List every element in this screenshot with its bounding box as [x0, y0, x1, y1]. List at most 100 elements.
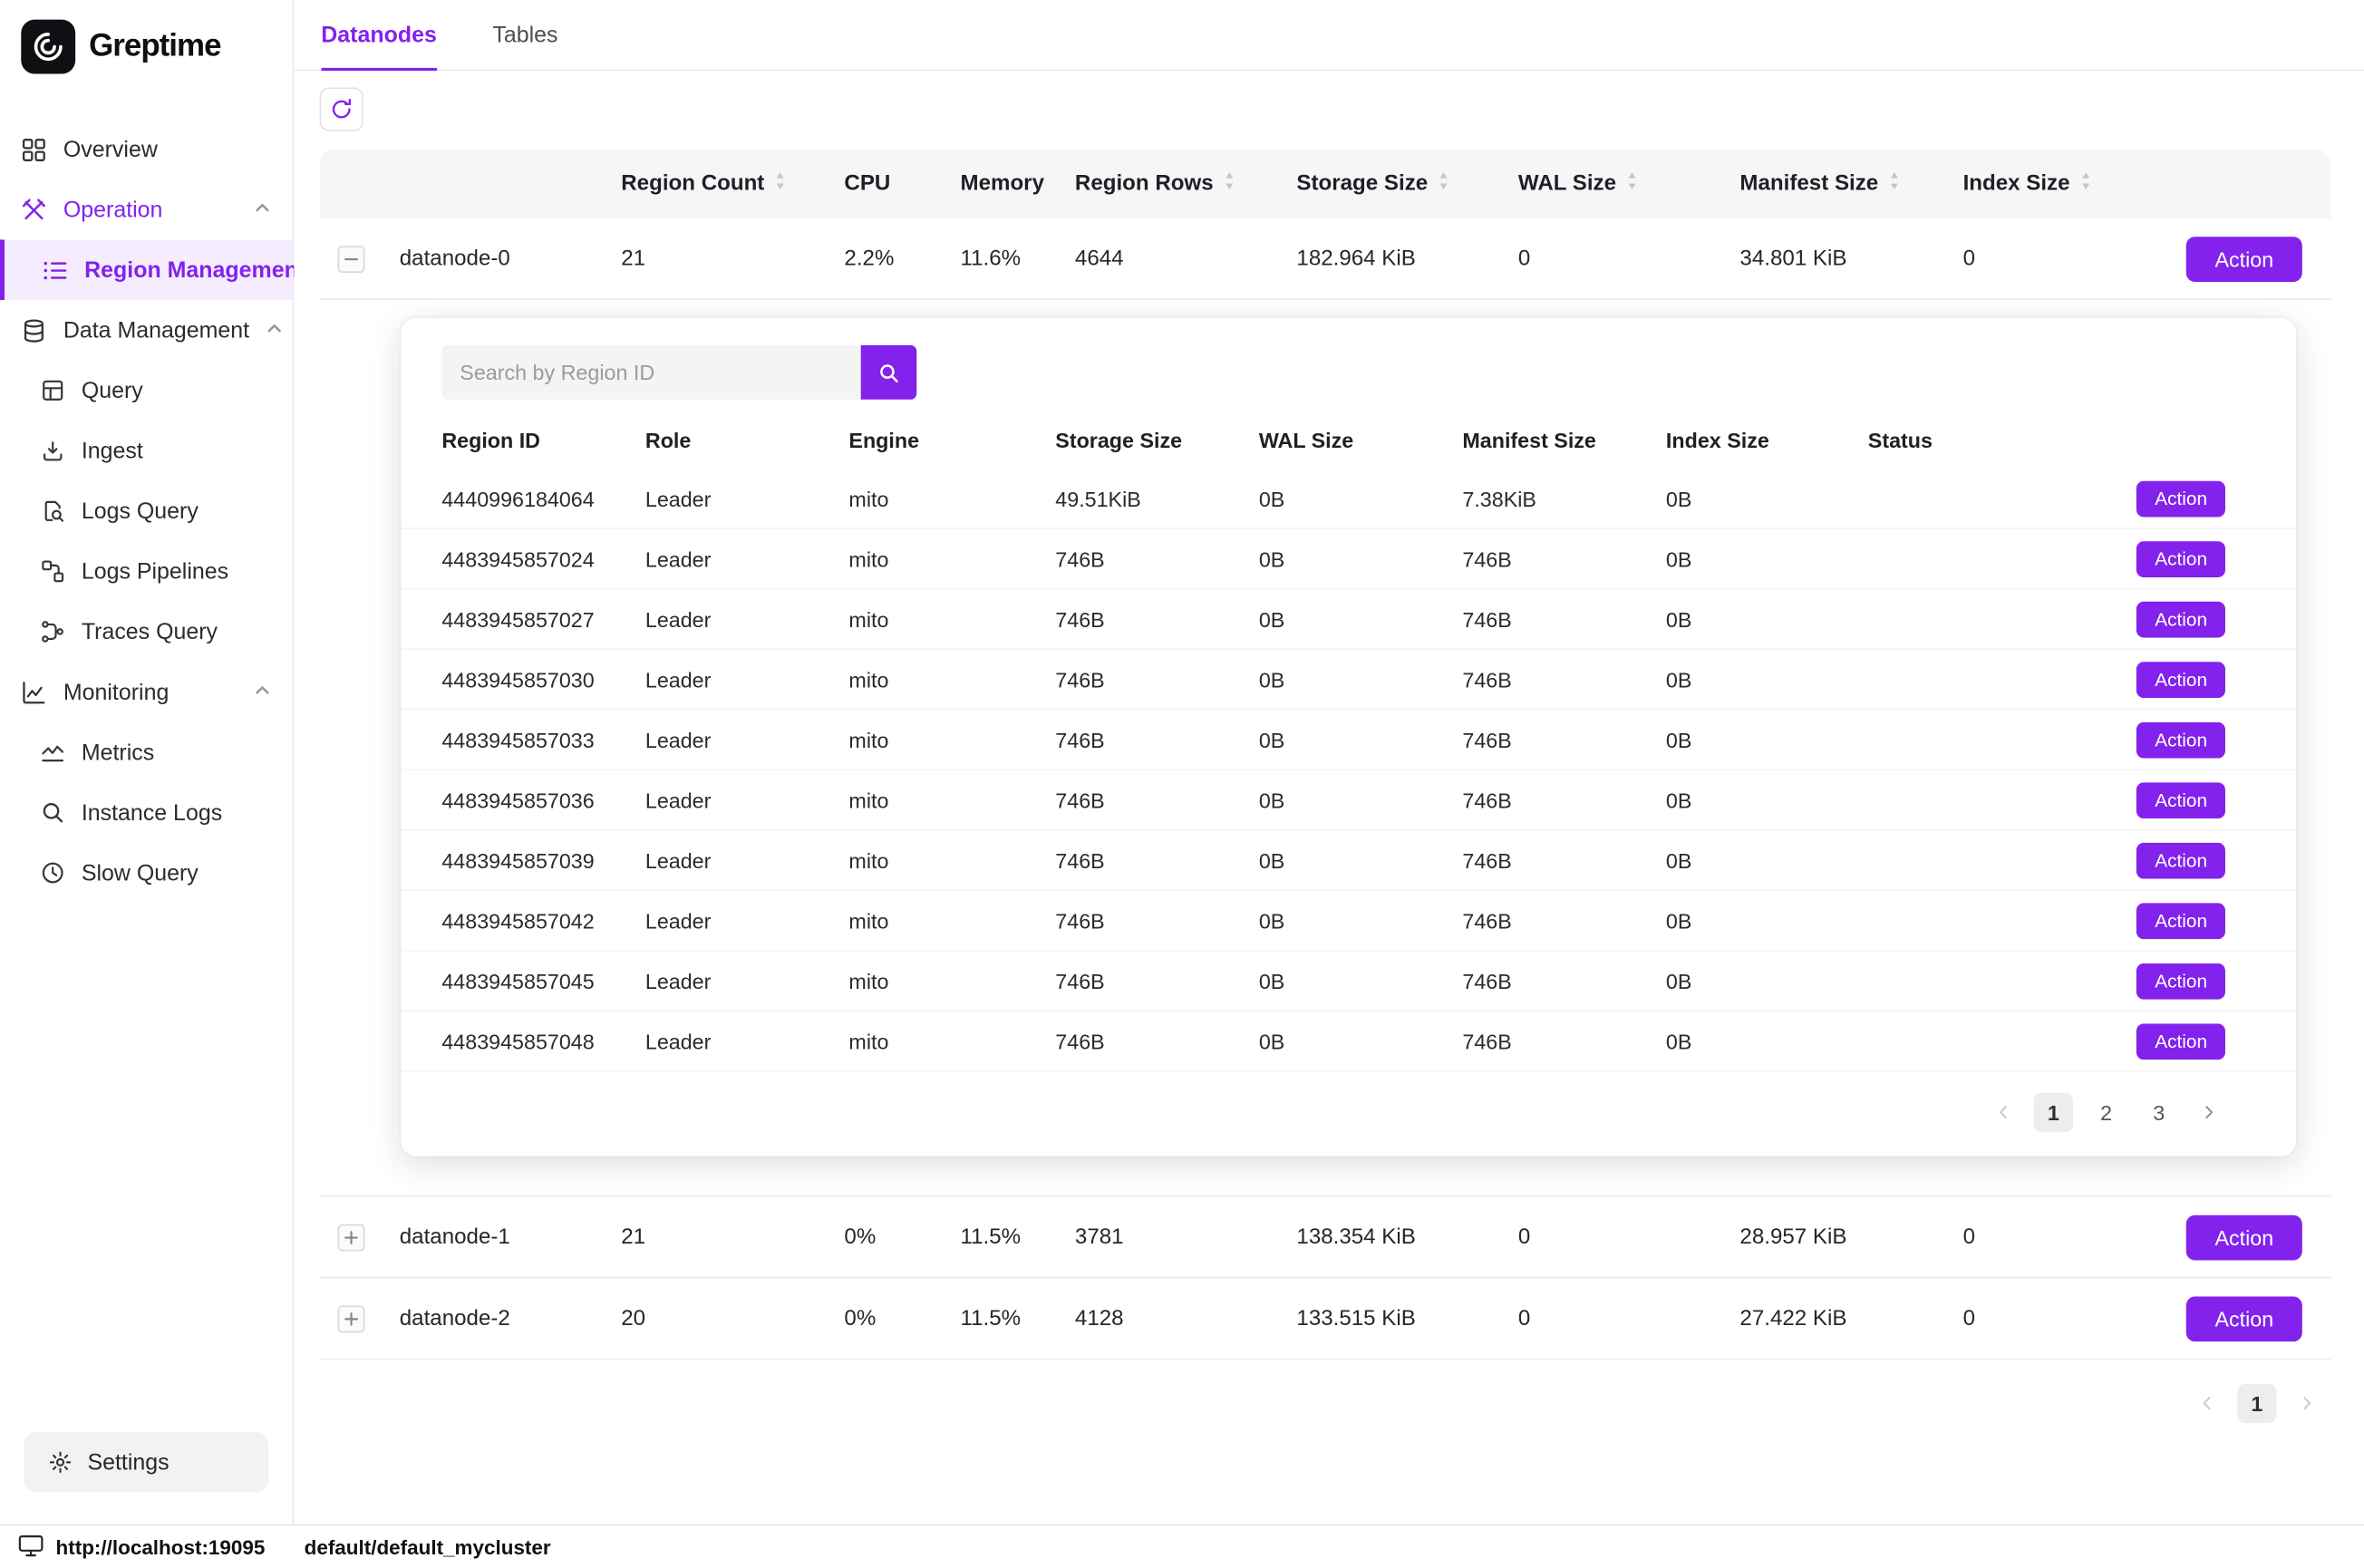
sort-icon[interactable] — [1437, 170, 1450, 198]
gear-icon — [47, 1449, 73, 1475]
sort-icon[interactable] — [773, 170, 787, 198]
server-url[interactable]: http://localhost:19095 — [56, 1535, 266, 1558]
tab-datanodes[interactable]: Datanodes — [321, 0, 437, 70]
wal-size: 0B — [1259, 969, 1463, 993]
col-label: Storage Size — [1296, 172, 1428, 197]
pagination-page-1[interactable]: 1 — [2034, 1093, 2073, 1132]
region-list-icon — [43, 257, 68, 283]
expand-row-button[interactable] — [337, 1224, 364, 1251]
region-id: 4440996184064 — [441, 486, 645, 510]
chevron-up-icon — [266, 317, 284, 343]
sidebar-item-region-management[interactable]: Region Management — [0, 239, 293, 300]
datanode-action-button[interactable]: Action — [2186, 1215, 2302, 1260]
region-id: 4483945857039 — [441, 848, 645, 873]
region-search-input[interactable] — [441, 345, 860, 400]
datanode-action-button[interactable]: Action — [2186, 1296, 2302, 1341]
storage-size: 746B — [1055, 1029, 1259, 1053]
sidebar-item-traces-query[interactable]: Traces Query — [0, 602, 293, 663]
role: Leader — [645, 486, 849, 510]
manifest-size: 746B — [1462, 667, 1666, 692]
sidebar-item-logs-query[interactable]: Logs Query — [0, 481, 293, 542]
sidebar-section-operation[interactable]: Operation — [0, 179, 293, 240]
col-role: Role — [645, 428, 849, 452]
col-region-rows[interactable]: Region Rows — [1057, 170, 1279, 198]
sidebar-item-ingest[interactable]: Ingest — [0, 421, 293, 481]
wal-size: 0 — [1500, 1224, 1722, 1249]
col-storage-size[interactable]: Storage Size — [1278, 170, 1500, 198]
index-size: 0B — [1666, 606, 1868, 631]
pagination-prev-icon[interactable] — [1987, 1093, 2020, 1132]
sidebar-item-instance-logs[interactable]: Instance Logs — [0, 782, 293, 843]
wal-size: 0B — [1259, 1029, 1463, 1053]
storage-size: 133.515 KiB — [1278, 1306, 1500, 1331]
tab-tables[interactable]: Tables — [492, 0, 557, 70]
region-id: 4483945857045 — [441, 969, 645, 993]
memory: 11.5% — [943, 1306, 1057, 1331]
plus-icon — [343, 1229, 358, 1244]
region-row: 4483945857024 Leader mito 746B 0B 746B 0… — [401, 529, 2296, 590]
region-rows: 4128 — [1057, 1306, 1279, 1331]
sort-icon[interactable] — [1887, 170, 1901, 198]
pagination-prev-icon[interactable] — [2191, 1384, 2224, 1423]
storage-size: 746B — [1055, 547, 1259, 571]
role: Leader — [645, 788, 849, 812]
manifest-size: 746B — [1462, 848, 1666, 873]
region-action-button[interactable]: Action — [2136, 902, 2225, 938]
region-id: 4483945857027 — [441, 606, 645, 631]
sort-icon[interactable] — [2079, 170, 2093, 198]
wal-size: 0B — [1259, 908, 1463, 933]
datanode-action-button[interactable]: Action — [2186, 236, 2302, 281]
sidebar-item-label: Ingest — [82, 438, 143, 463]
manifest-size: 746B — [1462, 606, 1666, 631]
sidebar-section-data-management[interactable]: Data Management — [0, 300, 293, 361]
col-index-size[interactable]: Index Size — [1945, 170, 2111, 198]
sort-icon[interactable] — [1625, 170, 1639, 198]
sort-icon[interactable] — [1223, 170, 1236, 198]
sidebar-item-slow-query[interactable]: Slow Query — [0, 843, 293, 904]
sidebar-section-label: Monitoring — [63, 679, 170, 704]
region-search — [441, 345, 2296, 400]
sidebar-item-logs-pipelines[interactable]: Logs Pipelines — [0, 541, 293, 602]
region-action-button[interactable]: Action — [2136, 963, 2225, 999]
sidebar-section-monitoring[interactable]: Monitoring — [0, 662, 293, 722]
col-manifest-size[interactable]: Manifest Size — [1721, 170, 1944, 198]
expand-row-button[interactable] — [337, 1305, 364, 1332]
pagination-page-2[interactable]: 2 — [2087, 1093, 2126, 1132]
pagination-page-1[interactable]: 1 — [2237, 1384, 2276, 1423]
sidebar-item-overview[interactable]: Overview — [0, 119, 293, 179]
region-action-button[interactable]: Action — [2136, 842, 2225, 878]
region-row: 4483945857030 Leader mito 746B 0B 746B 0… — [401, 650, 2296, 711]
region-action-button[interactable]: Action — [2136, 480, 2225, 517]
collapse-row-button[interactable] — [337, 245, 364, 272]
search-button[interactable] — [861, 345, 917, 400]
region-action-button[interactable]: Action — [2136, 601, 2225, 637]
sidebar: Greptime Overview Operation Region Manag… — [0, 0, 294, 1524]
cluster-name[interactable]: default/default_mycluster — [305, 1535, 551, 1558]
region-action-button[interactable]: Action — [2136, 540, 2225, 576]
datanode-name: datanode-1 — [382, 1224, 604, 1249]
settings-button[interactable]: Settings — [24, 1432, 268, 1493]
pagination-page-3[interactable]: 3 — [2139, 1093, 2178, 1132]
region-action-button[interactable]: Action — [2136, 661, 2225, 697]
refresh-button[interactable] — [320, 87, 363, 131]
region-action-button[interactable]: Action — [2136, 1023, 2225, 1060]
sidebar-item-metrics[interactable]: Metrics — [0, 722, 293, 783]
cpu: 2.2% — [826, 247, 942, 271]
sidebar-section-label: Operation — [63, 197, 163, 222]
import-icon — [39, 438, 64, 463]
wal-size: 0B — [1259, 667, 1463, 692]
wal-size: 0B — [1259, 486, 1463, 510]
region-action-button[interactable]: Action — [2136, 781, 2225, 818]
role: Leader — [645, 667, 849, 692]
region-action-button[interactable]: Action — [2136, 721, 2225, 758]
wal-size: 0 — [1500, 247, 1722, 271]
pagination-next-icon[interactable] — [2291, 1384, 2324, 1423]
engine: mito — [848, 969, 1055, 993]
col-wal-size[interactable]: WAL Size — [1500, 170, 1722, 198]
storage-size: 182.964 KiB — [1278, 247, 1500, 271]
pagination-next-icon[interactable] — [2192, 1093, 2225, 1132]
table-icon — [39, 378, 64, 403]
sidebar-item-query[interactable]: Query — [0, 361, 293, 421]
wal-size: 0B — [1259, 788, 1463, 812]
col-region-count[interactable]: Region Count — [603, 170, 826, 198]
